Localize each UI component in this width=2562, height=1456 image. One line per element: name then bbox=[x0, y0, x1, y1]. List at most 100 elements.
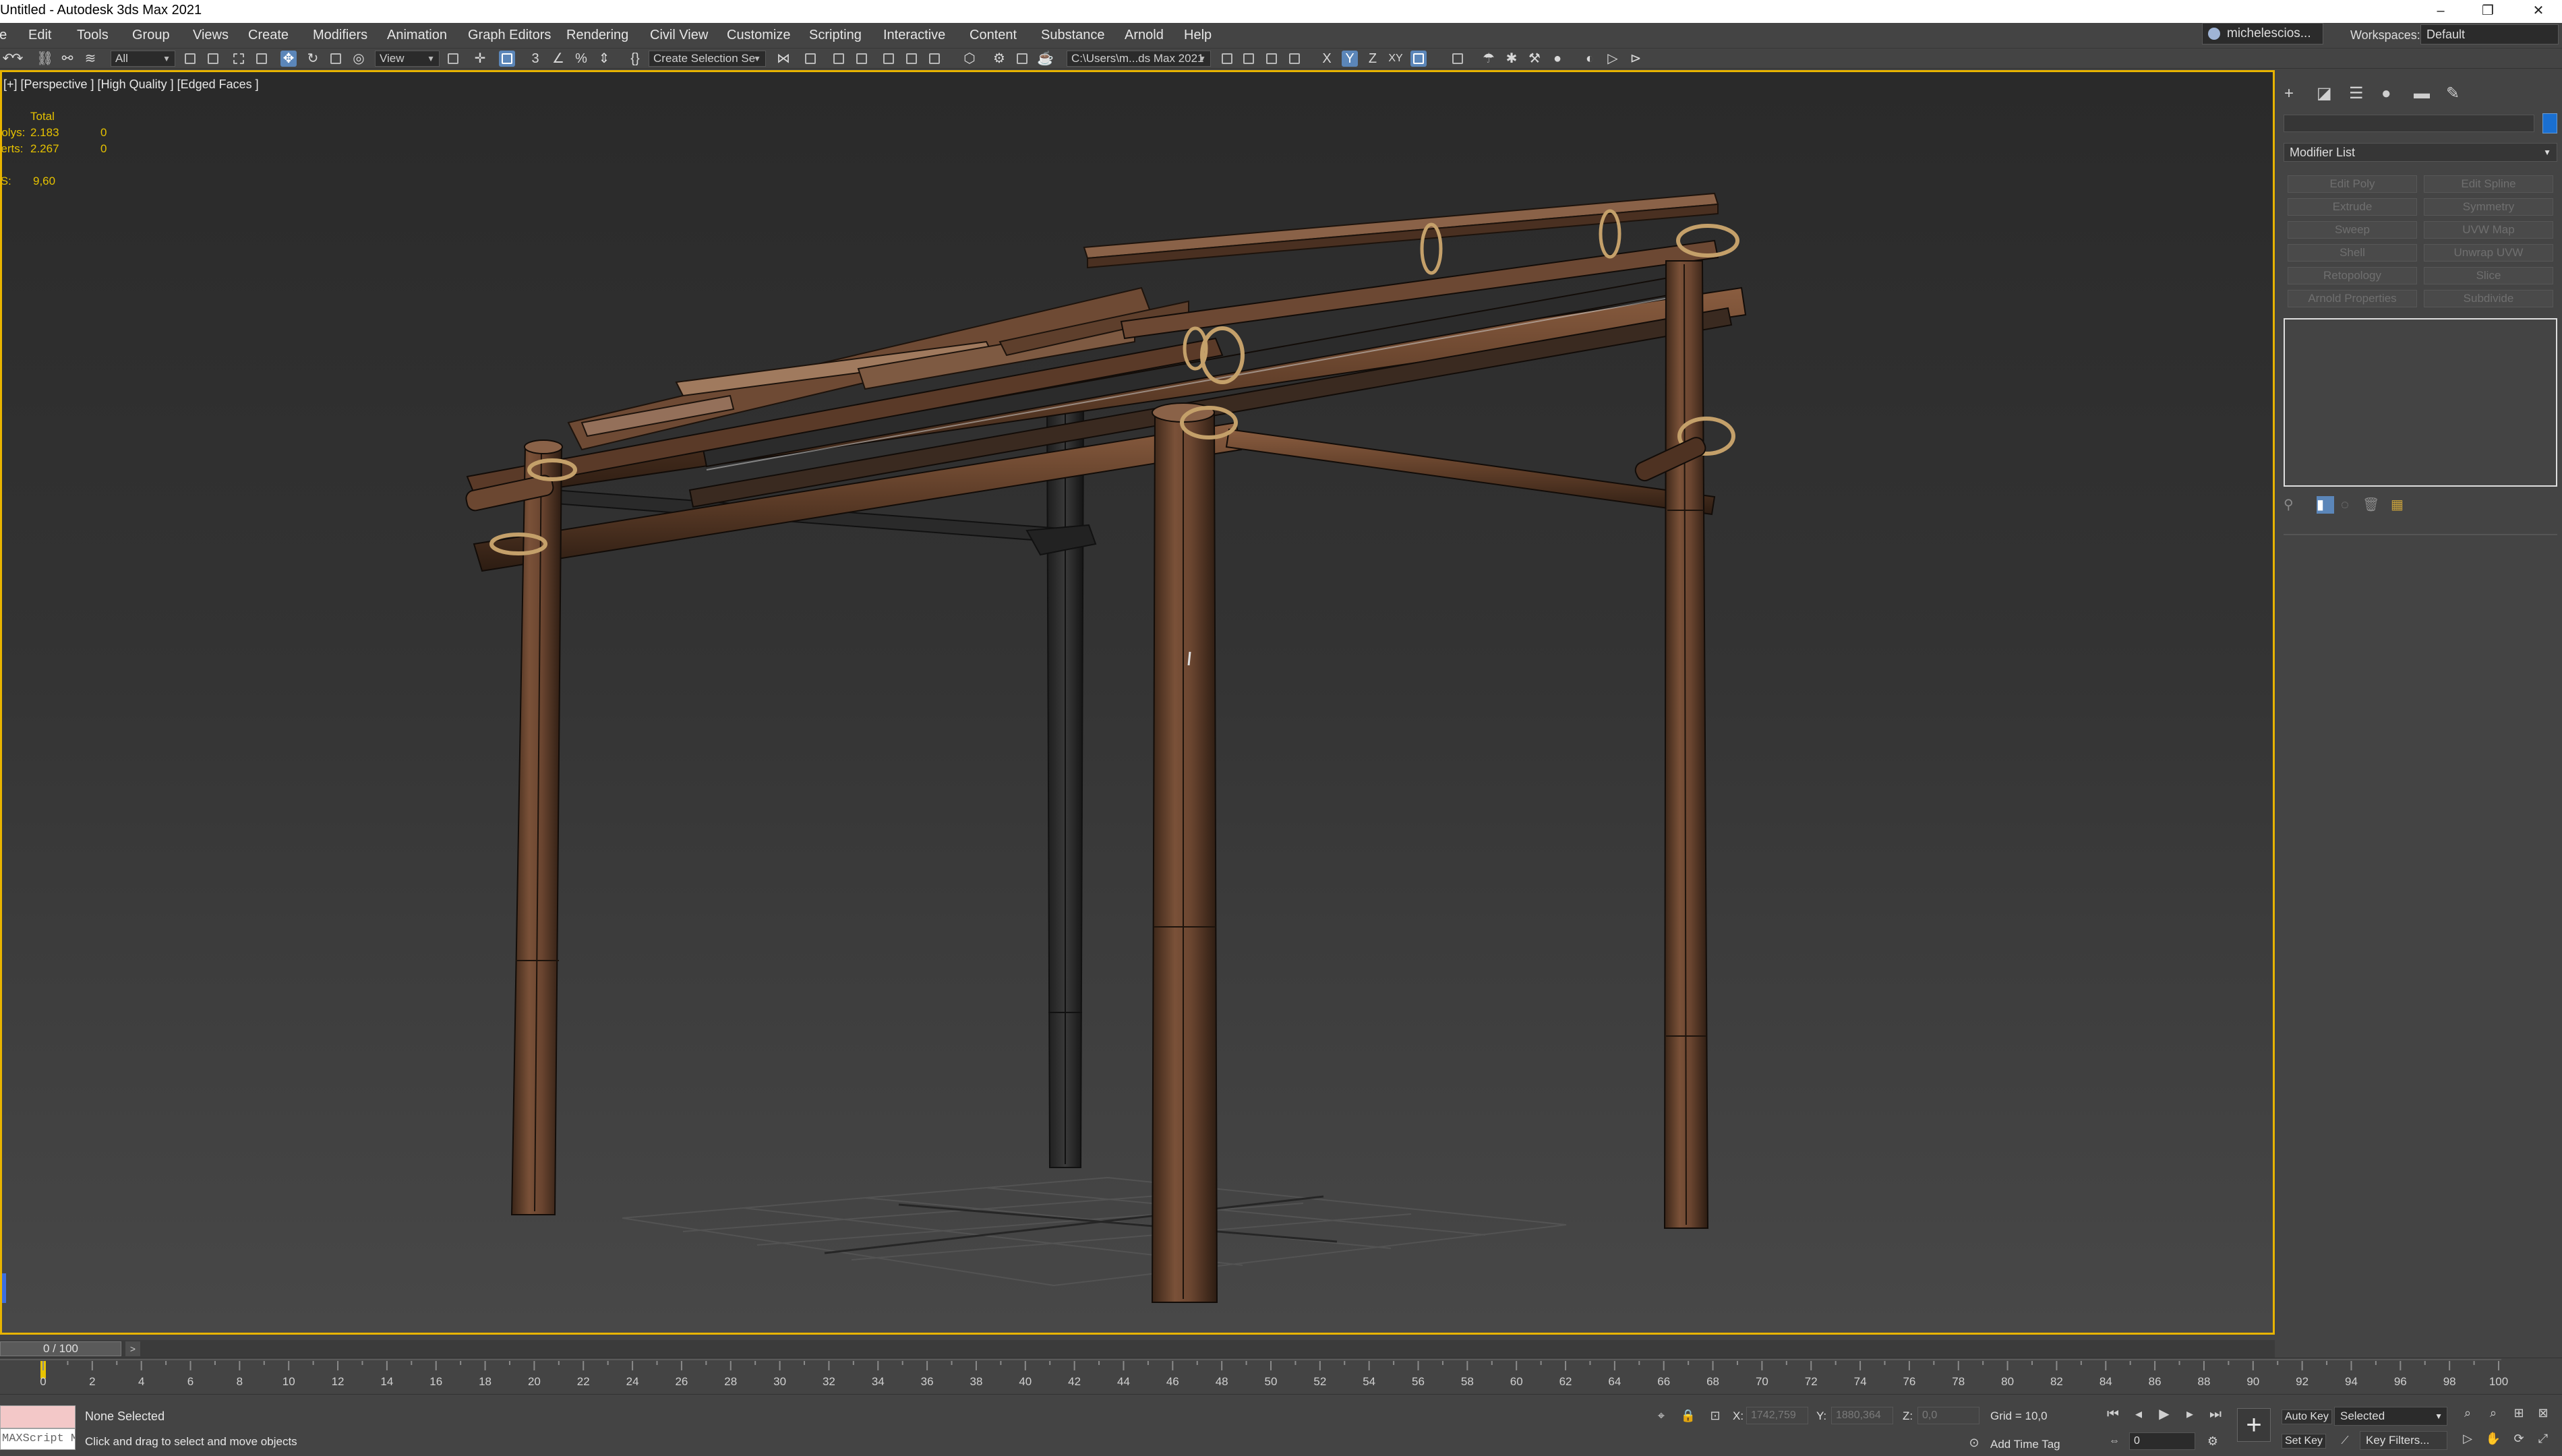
axis-constraint-xy[interactable]: XY bbox=[1388, 51, 1404, 67]
zoom-extents-icon[interactable]: ⊞ bbox=[2508, 1403, 2530, 1423]
menu-modifiers[interactable]: Modifiers bbox=[313, 28, 367, 43]
layer-select-icon[interactable] bbox=[1263, 51, 1280, 67]
window-crossing-icon[interactable] bbox=[254, 51, 270, 67]
spinner-snap-icon[interactable]: ⇕ bbox=[596, 51, 612, 67]
hierarchy-tab-icon[interactable]: ☰ bbox=[2349, 84, 2369, 104]
key-mode-toggle-icon[interactable]: ⇔ bbox=[2104, 1431, 2125, 1451]
make-unique-icon[interactable]: ◌ bbox=[2341, 496, 2358, 514]
perspective-viewport[interactable]: [+] [Perspective ] [High Quality ] [Edge… bbox=[0, 70, 2275, 1335]
arnold-light-icon[interactable]: ✱ bbox=[1503, 51, 1520, 67]
modifier-edit-spline-button[interactable]: Edit Spline bbox=[2424, 175, 2553, 193]
object-name-field[interactable] bbox=[2284, 115, 2534, 132]
bind-space-warp-icon[interactable]: ≋ bbox=[82, 51, 98, 67]
axis-constraint-x[interactable]: X bbox=[1319, 51, 1335, 67]
play-icon[interactable]: ▶ bbox=[2153, 1404, 2175, 1424]
zoom-icon[interactable]: ⌕ bbox=[2457, 1403, 2478, 1423]
layer-add-icon[interactable] bbox=[1241, 51, 1257, 67]
menu-scripting[interactable]: Scripting bbox=[809, 28, 862, 43]
redo-icon[interactable]: ↷ bbox=[9, 51, 26, 67]
time-tag-icon[interactable]: ⊙ bbox=[1963, 1432, 1985, 1453]
absolute-mode-icon[interactable]: ⊡ bbox=[1704, 1405, 1726, 1426]
keyboard-shortcut-override-icon[interactable] bbox=[499, 51, 515, 67]
menu-interactive[interactable]: Interactive bbox=[883, 28, 945, 43]
display-tab-icon[interactable]: ▬ bbox=[2414, 84, 2434, 104]
modify-tab-icon[interactable]: ◪ bbox=[2317, 84, 2337, 104]
go-to-start-icon[interactable]: ⏮ bbox=[2102, 1404, 2124, 1424]
toggle-layer-explorer-icon[interactable] bbox=[854, 51, 870, 67]
edit-named-selection-icon[interactable]: {} bbox=[627, 51, 643, 67]
rotate-tool-icon[interactable]: ↻ bbox=[305, 51, 321, 67]
menu-rendering[interactable]: Rendering bbox=[566, 28, 628, 43]
substance-icon[interactable]: ◐ bbox=[1582, 51, 1598, 67]
selection-lock-icon[interactable]: 🔒 bbox=[1677, 1405, 1699, 1426]
next-frame-arrow-icon[interactable]: > bbox=[125, 1341, 140, 1356]
menu-views[interactable]: Views bbox=[193, 28, 229, 43]
utilities-tab-icon[interactable]: ✎ bbox=[2446, 84, 2466, 104]
set-key-button[interactable]: Set Key bbox=[2282, 1434, 2327, 1449]
pivot-center-icon[interactable] bbox=[445, 51, 461, 67]
minimize-button[interactable]: – bbox=[2420, 0, 2461, 23]
create-tab-icon[interactable]: + bbox=[2284, 84, 2304, 104]
arnold-render-icon[interactable]: ☂ bbox=[1481, 51, 1497, 67]
x-coordinate-field[interactable]: 1742,759 bbox=[1746, 1407, 1808, 1424]
arnold-ipr-icon[interactable]: ● bbox=[1549, 51, 1566, 67]
layer-hide-icon[interactable] bbox=[1286, 51, 1303, 67]
rect-selection-region-icon[interactable] bbox=[231, 51, 247, 67]
substance-export-icon[interactable]: ⊳ bbox=[1628, 51, 1644, 67]
menu-arnold[interactable]: Arnold bbox=[1125, 28, 1164, 43]
go-to-end-icon[interactable]: ⏭ bbox=[2205, 1404, 2226, 1424]
close-button[interactable]: ✕ bbox=[2518, 0, 2559, 23]
material-editor-icon[interactable]: ⬡ bbox=[961, 51, 978, 67]
restore-button[interactable]: ❐ bbox=[2468, 0, 2508, 23]
modifier-symmetry-button[interactable]: Symmetry bbox=[2424, 198, 2553, 216]
place-tool-icon[interactable]: ◎ bbox=[351, 51, 367, 67]
modifier-edit-poly-button[interactable]: Edit Poly bbox=[2288, 175, 2417, 193]
scale-tool-icon[interactable] bbox=[328, 51, 344, 67]
selection-filter-dropdown[interactable]: All ▼ bbox=[111, 51, 175, 67]
angle-snap-icon[interactable]: ∠ bbox=[550, 51, 566, 67]
scene-wooden-pergola[interactable] bbox=[2, 72, 2273, 1333]
menu-substance[interactable]: Substance bbox=[1041, 28, 1105, 43]
menu-edit[interactable]: Edit bbox=[28, 28, 51, 43]
project-folder-dropdown[interactable]: C:\Users\m...ds Max 2021 ▼ bbox=[1067, 51, 1211, 67]
maximize-viewport-icon[interactable]: ⤢ bbox=[2532, 1428, 2554, 1449]
motion-tab-icon[interactable]: ● bbox=[2381, 84, 2402, 104]
maxscript-listener[interactable] bbox=[0, 1405, 76, 1428]
modifier-sweep-button[interactable]: Sweep bbox=[2288, 221, 2417, 239]
menu-civil-view[interactable]: Civil View bbox=[650, 28, 708, 43]
modifier-shell-button[interactable]: Shell bbox=[2288, 244, 2417, 262]
menu-customize[interactable]: Customize bbox=[727, 28, 790, 43]
zoom-all-icon[interactable]: ⌕ bbox=[2482, 1403, 2504, 1423]
menu-tools[interactable]: Tools bbox=[77, 28, 109, 43]
orbit-icon[interactable]: ⟳ bbox=[2508, 1428, 2530, 1449]
show-end-result-icon[interactable]: ▮ bbox=[2317, 496, 2334, 514]
select-manipulate-icon[interactable]: ✛ bbox=[472, 51, 488, 67]
render-production-icon[interactable]: ☕ bbox=[1037, 51, 1054, 67]
next-frame-icon[interactable]: ▸ bbox=[2179, 1404, 2201, 1424]
substance-play-icon[interactable]: ▷ bbox=[1605, 51, 1621, 67]
current-frame-field[interactable]: 0 bbox=[2129, 1432, 2195, 1450]
track-bar[interactable]: 0 2 4 6 8 10 12 14 16 18 20 22 24 26 28 30 32 34 36 38 40 42 4… bbox=[0, 1358, 2562, 1394]
modifier-subdivide-button[interactable]: Subdivide bbox=[2424, 290, 2553, 307]
select-object-icon[interactable] bbox=[182, 51, 198, 67]
maxscript-mini-listener[interactable]: MAXScript Mi bbox=[0, 1428, 76, 1450]
y-coordinate-field[interactable]: 1880,364 bbox=[1831, 1407, 1893, 1424]
object-color-swatch[interactable] bbox=[2542, 113, 2557, 133]
modifier-stack[interactable] bbox=[2284, 318, 2557, 487]
menu-help[interactable]: Help bbox=[1184, 28, 1212, 43]
menu-file[interactable]: File bbox=[0, 28, 7, 43]
unlink-icon[interactable]: ⚯ bbox=[59, 51, 76, 67]
time-slider-handle[interactable]: 0 / 100 bbox=[0, 1341, 121, 1356]
snap-toggle-icon[interactable] bbox=[1450, 51, 1466, 67]
workspace-select[interactable]: Default bbox=[2420, 24, 2559, 44]
remove-modifier-icon[interactable]: 🗑 bbox=[2362, 496, 2380, 514]
arnold-tools-icon[interactable]: ⚒ bbox=[1526, 51, 1543, 67]
field-of-view-icon[interactable]: ▷ bbox=[2457, 1428, 2478, 1449]
menu-group[interactable]: Group bbox=[132, 28, 170, 43]
configure-modifier-sets-icon[interactable]: ▦ bbox=[2391, 496, 2408, 514]
modifier-retopology-button[interactable]: Retopology bbox=[2288, 267, 2417, 284]
zoom-extents-all-icon[interactable]: ⊠ bbox=[2532, 1403, 2554, 1423]
percent-snap-icon[interactable]: % bbox=[573, 51, 589, 67]
time-configuration-icon[interactable]: ⚙ bbox=[2202, 1431, 2224, 1451]
set-keys-icon[interactable]: + bbox=[2237, 1408, 2271, 1442]
